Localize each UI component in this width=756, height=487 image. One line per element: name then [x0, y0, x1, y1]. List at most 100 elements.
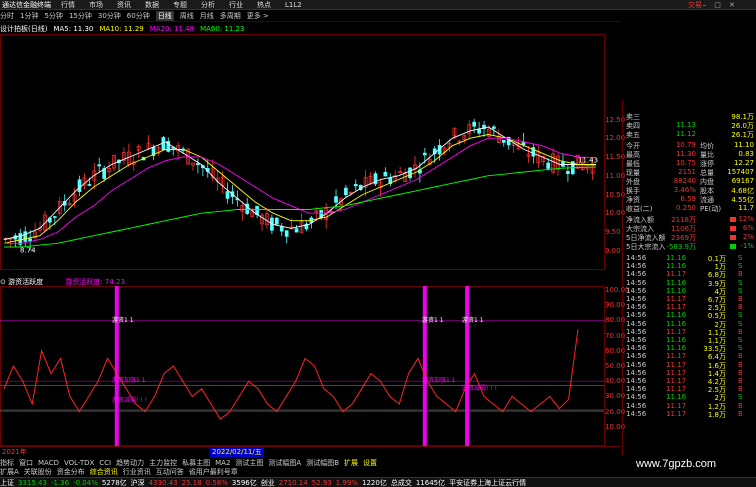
- signal-bar: [422, 286, 427, 446]
- tick-row[interactable]: 14:56 11.17 2.5万 B: [626, 303, 756, 312]
- tick-row[interactable]: 14:56 11.17 6.7万 B: [626, 295, 756, 304]
- tick-price: 11.17: [666, 295, 687, 303]
- watermark: www.7gpzb.com: [636, 458, 717, 470]
- stat-row[interactable]: 外盘 88240 内盘 69167: [626, 177, 756, 186]
- ask-row[interactable]: 卖三 98.1万: [626, 112, 756, 121]
- candle-body: [284, 230, 289, 237]
- menu-item-quotes[interactable]: 行情: [61, 0, 75, 10]
- period-1min[interactable]: 1分钟: [20, 11, 38, 21]
- tick-row[interactable]: 14:56 11.17 2.5万 B: [626, 385, 756, 394]
- tab-cci[interactable]: CCI: [99, 459, 111, 467]
- stat-row[interactable]: 净资 6.59 流通 4.55亿: [626, 195, 756, 204]
- stat-row[interactable]: 最低 10.75 涨停 12.27: [626, 159, 756, 168]
- tick-row[interactable]: 14:56 11.17 1.8万 B: [626, 410, 756, 419]
- period-timeshare[interactable]: 分时: [0, 11, 14, 21]
- tick-row[interactable]: 14:56 11.17 1.1万 B: [626, 328, 756, 337]
- indicator-name: 游资活跃度: [8, 278, 44, 286]
- sh-label[interactable]: 上证: [0, 478, 14, 487]
- tick-row[interactable]: 14:56 11.17 4.2万 B: [626, 377, 756, 386]
- info-tab-0[interactable]: 扩展A: [0, 467, 19, 477]
- period-weekly[interactable]: 周线: [180, 11, 194, 21]
- stat-value: 3.46%: [673, 186, 696, 194]
- period-60min[interactable]: 60分钟: [127, 11, 150, 21]
- cy-label[interactable]: 创业: [261, 478, 275, 487]
- tick-row[interactable]: 14:56 11.17 1.6万 B: [626, 361, 756, 370]
- kline-chart[interactable]: 8.74 11.43: [0, 34, 620, 270]
- period-monthly[interactable]: 月线: [200, 11, 214, 21]
- tick-row[interactable]: 14:56 11.16 2万 S: [626, 393, 756, 402]
- sh-change: -1.36: [50, 478, 70, 487]
- tick-row[interactable]: 14:56 11.16 1万 S: [626, 262, 756, 271]
- indicator-chart[interactable]: [0, 286, 620, 446]
- info-tab-6[interactable]: 省用户最利号章: [189, 467, 238, 477]
- info-tab-3[interactable]: 综合资讯: [90, 467, 118, 477]
- ask-row[interactable]: 卖五 11.12 26.1万: [626, 130, 756, 139]
- trade-button[interactable]: 交易: [688, 0, 702, 10]
- panel-divider: [622, 100, 623, 456]
- info-tab-5[interactable]: 互动问答: [156, 467, 184, 477]
- ask-row[interactable]: 卖四 11.13 26.0万: [626, 121, 756, 130]
- tab-macd[interactable]: MACD: [38, 459, 59, 467]
- tick-row[interactable]: 14:56 11.17 6.4万 B: [626, 352, 756, 361]
- tick-side: B: [738, 377, 743, 385]
- menu-item-industry[interactable]: 行业: [229, 0, 243, 10]
- period-more[interactable]: 更多 >: [247, 11, 269, 21]
- tab-test-main[interactable]: 测试主图: [235, 458, 263, 468]
- signal-label-6: 游资1 1: [462, 317, 484, 324]
- period-daily[interactable]: 日线: [155, 10, 174, 21]
- menu-item-l1l2[interactable]: L1L2: [285, 1, 302, 9]
- tab-extend[interactable]: 扩展: [344, 458, 358, 468]
- tick-time: 14:56: [626, 385, 647, 394]
- menu-item-data[interactable]: 数据: [145, 0, 159, 10]
- tick-row[interactable]: 14:56 11.16 2万 S: [626, 319, 756, 329]
- signal-label-7: 游资减弱! ! !: [462, 385, 498, 392]
- period-30min[interactable]: 30分钟: [98, 11, 121, 21]
- menu-item-analysis[interactable]: 分析: [201, 0, 215, 10]
- stat-value: 0.250: [675, 204, 696, 212]
- signal-label-5: 游资加强1 1: [422, 377, 456, 384]
- tick-time: 14:56: [626, 336, 647, 344]
- flow-row[interactable]: 大宗流入 1106万 6%: [626, 224, 756, 233]
- flow-row[interactable]: 5日大宗流入 -583.9万 -1%: [626, 242, 756, 251]
- info-tab-1[interactable]: 关联股份: [24, 467, 52, 477]
- tab-test-b[interactable]: 测试幅图B: [306, 458, 339, 468]
- stat-row[interactable]: 最高 11.30 量比 0.83: [626, 150, 756, 159]
- tick-side: S: [738, 262, 743, 271]
- tick-price: 11.16: [666, 319, 687, 328]
- tick-row[interactable]: 14:56 11.17 6.8万 B: [626, 270, 756, 279]
- stat-row[interactable]: 换手 3.46% 股本 4.68亿: [626, 186, 756, 195]
- stat-row[interactable]: 现量 2151 总量 157407: [626, 168, 756, 177]
- hs-label[interactable]: 沪深: [131, 478, 145, 487]
- flow-row[interactable]: 净流入额 2118万 12%: [626, 215, 756, 224]
- tick-row[interactable]: 14:56 11.16 0.5万 S: [626, 311, 756, 320]
- ma20-label: MA20: 11.48: [149, 24, 195, 33]
- period-multi[interactable]: 多周期: [220, 11, 241, 21]
- tick-row[interactable]: 14:56 11.16 1.1万 S: [626, 336, 756, 345]
- window-controls[interactable]: – □ ✕: [703, 1, 738, 9]
- signal-bar: [114, 286, 119, 446]
- menu-item-news[interactable]: 资讯: [117, 0, 131, 10]
- tab-vol[interactable]: VOL-TDX: [64, 459, 94, 467]
- period-5min[interactable]: 5分钟: [44, 11, 62, 21]
- tick-row[interactable]: 14:56 11.16 3.9万 S: [626, 279, 756, 288]
- tick-row[interactable]: 14:56 11.16 33.5万 S: [626, 344, 756, 353]
- period-15min[interactable]: 15分钟: [69, 11, 92, 21]
- tab-test-a[interactable]: 测试幅图A: [268, 458, 301, 468]
- flow-row[interactable]: 5日净流入额 2369万 2%: [626, 233, 756, 242]
- tab-settings[interactable]: 设置: [363, 458, 377, 468]
- hs-pct: 0.58%: [205, 478, 228, 487]
- tick-row[interactable]: 14:56 11.17 1.4万 B: [626, 369, 756, 378]
- menu-item-topics[interactable]: 专题: [173, 0, 187, 10]
- stat-row[interactable]: 收益(二) 0.250 PE(动) 11.7: [626, 204, 756, 213]
- tick-price: 11.16: [666, 262, 687, 271]
- info-tab-2[interactable]: 资金分布: [57, 467, 85, 477]
- stat-row[interactable]: 今开 10.79 均价 11.10: [626, 141, 756, 150]
- menu-item-hot[interactable]: 热点: [257, 0, 271, 10]
- tick-row[interactable]: 14:56 11.16 4万 S: [626, 287, 756, 296]
- info-tab-4[interactable]: 行业资讯: [123, 467, 151, 477]
- tick-row[interactable]: 14:56 11.16 0.1万 S: [626, 254, 756, 263]
- tab-ma2[interactable]: MA2: [215, 459, 230, 467]
- menu-item-market[interactable]: 市场: [89, 0, 103, 10]
- tick-row[interactable]: 14:56 11.17 1.2万 B: [626, 402, 756, 411]
- candle-body: [408, 167, 412, 179]
